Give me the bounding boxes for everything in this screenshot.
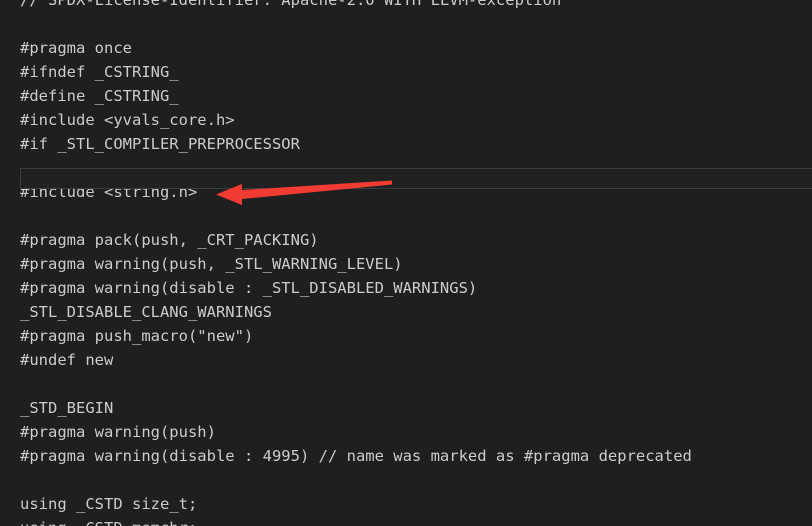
code-line: #define _CSTRING_	[20, 87, 179, 105]
code-line: using _CSTD size_t;	[20, 495, 198, 513]
code-line: _STD_BEGIN	[20, 399, 114, 417]
code-line: #ifndef _CSTRING_	[20, 63, 179, 81]
code-line: #pragma warning(disable : 4995) // name …	[20, 447, 692, 465]
code-editor-viewport[interactable]: // SPDX-License-Identifier: Apache-2.0 W…	[0, 0, 812, 526]
code-line: #pragma push_macro("new")	[20, 327, 254, 345]
code-line: #pragma warning(disable : _STL_DISABLED_…	[20, 279, 478, 297]
code-line: // SPDX-License-Identifier: Apache-2.0 W…	[20, 0, 562, 9]
code-line: #pragma once	[20, 39, 132, 57]
code-line: #undef new	[20, 351, 114, 369]
code-line: #pragma warning(push)	[20, 423, 216, 441]
code-line: using _CSTD memchr;	[0, 516, 812, 526]
code-line: _STL_DISABLE_CLANG_WARNINGS	[20, 303, 272, 321]
code-line: #pragma warning(push, _STL_WARNING_LEVEL…	[20, 255, 403, 273]
code-line: #pragma pack(push, _CRT_PACKING)	[20, 231, 319, 249]
code-line: #include <yvals_core.h>	[20, 111, 235, 129]
code-lines-container: // SPDX-License-Identifier: Apache-2.0 W…	[0, 0, 812, 526]
code-line: #include <string.h>	[20, 183, 198, 201]
code-line: #if _STL_COMPILER_PREPROCESSOR	[20, 135, 300, 153]
